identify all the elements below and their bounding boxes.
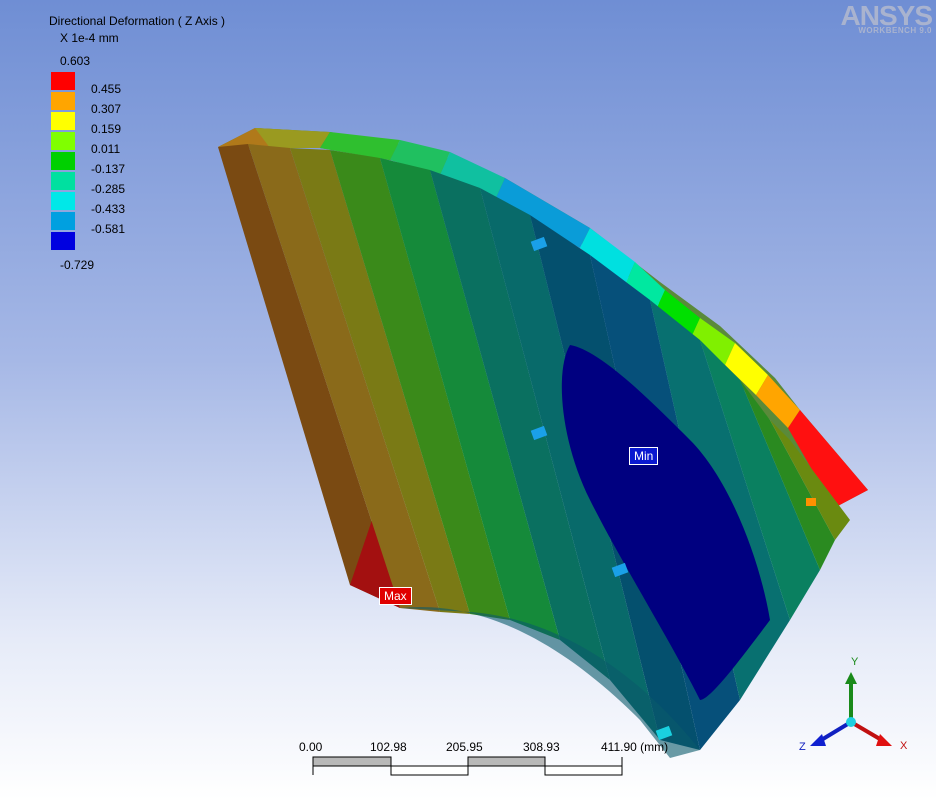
- axis-triad[interactable]: [0, 0, 936, 800]
- triad-y-label: Y: [851, 656, 859, 668]
- triad-x-label: X: [900, 740, 908, 752]
- graphics-viewport[interactable]: Directional Deformation ( Z Axis ) X 1e-…: [0, 0, 936, 800]
- triad-z-label: Z: [799, 741, 806, 753]
